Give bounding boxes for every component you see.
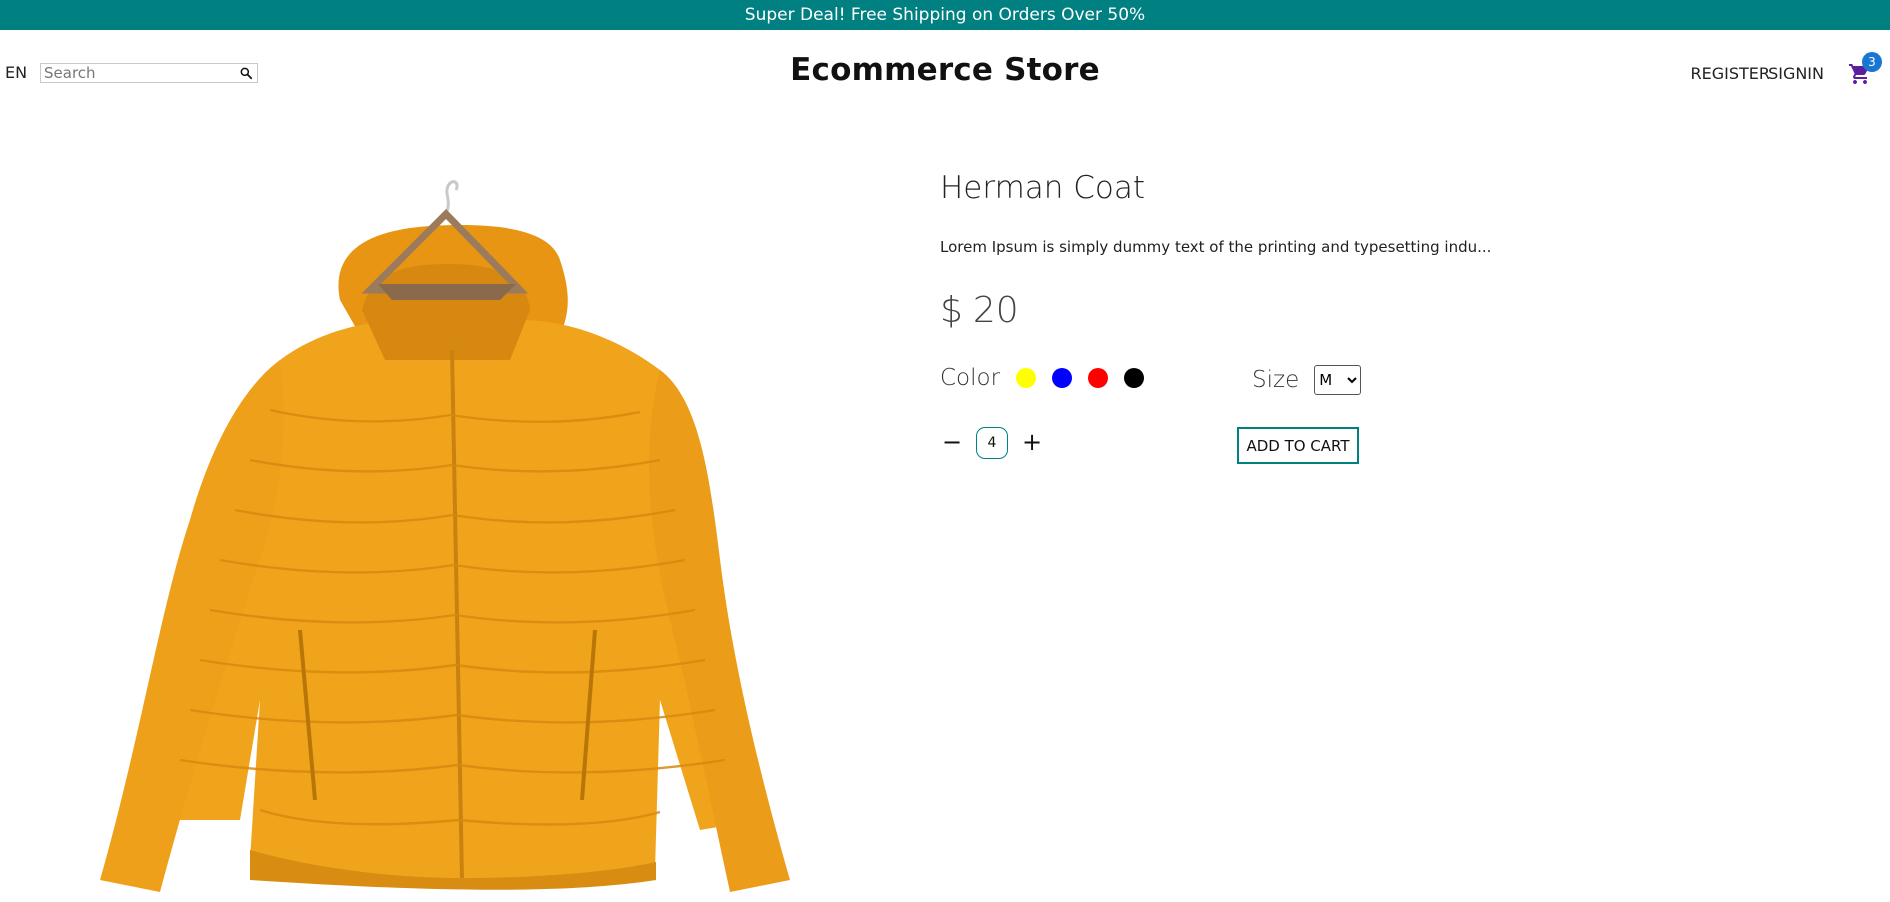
brand-logo[interactable]: Ecommerce Store <box>790 52 1100 88</box>
add-to-cart-button[interactable]: ADD TO CART <box>1237 427 1359 464</box>
product-price: $20 <box>940 290 1019 331</box>
signin-link[interactable]: SIGNIN <box>1768 64 1824 83</box>
color-filter: Color <box>940 365 1145 391</box>
size-label: Size <box>1252 367 1300 393</box>
navbar: EN Ecommerce Store REGISTER SIGNIN 3 <box>0 30 1890 116</box>
price-currency: $ <box>940 290 963 331</box>
quantity-stepper: − 4 + <box>940 427 1044 459</box>
size-select[interactable]: M <box>1314 365 1362 395</box>
product-title: Herman Coat <box>940 170 1146 206</box>
announcement-text: Super Deal! Free Shipping on Orders Over… <box>744 5 1146 25</box>
register-link[interactable]: REGISTER <box>1691 64 1771 83</box>
brand-container: Ecommerce Store <box>0 52 1890 88</box>
decrease-quantity-button[interactable]: − <box>940 430 964 455</box>
language-selector[interactable]: EN <box>5 63 27 82</box>
product-description: Lorem Ipsum is simply dummy text of the … <box>940 238 1492 256</box>
search-container <box>40 63 258 83</box>
increase-quantity-button[interactable]: + <box>1020 430 1044 455</box>
search-input[interactable] <box>41 64 231 82</box>
announcement-bar: Super Deal! Free Shipping on Orders Over… <box>0 0 1890 30</box>
quantity-value: 4 <box>976 427 1008 459</box>
product-image <box>100 180 790 892</box>
cart-count-badge: 3 <box>1862 52 1882 72</box>
color-option-yellow[interactable] <box>1016 368 1037 388</box>
cart-button[interactable]: 3 <box>1846 52 1882 88</box>
search-icon[interactable] <box>239 66 253 80</box>
color-option-black[interactable] <box>1124 368 1145 388</box>
color-option-blue[interactable] <box>1052 368 1073 388</box>
color-option-red[interactable] <box>1088 368 1109 388</box>
size-filter: Size M <box>1252 365 1362 395</box>
price-amount: 20 <box>972 290 1019 331</box>
color-label: Color <box>940 365 1001 391</box>
